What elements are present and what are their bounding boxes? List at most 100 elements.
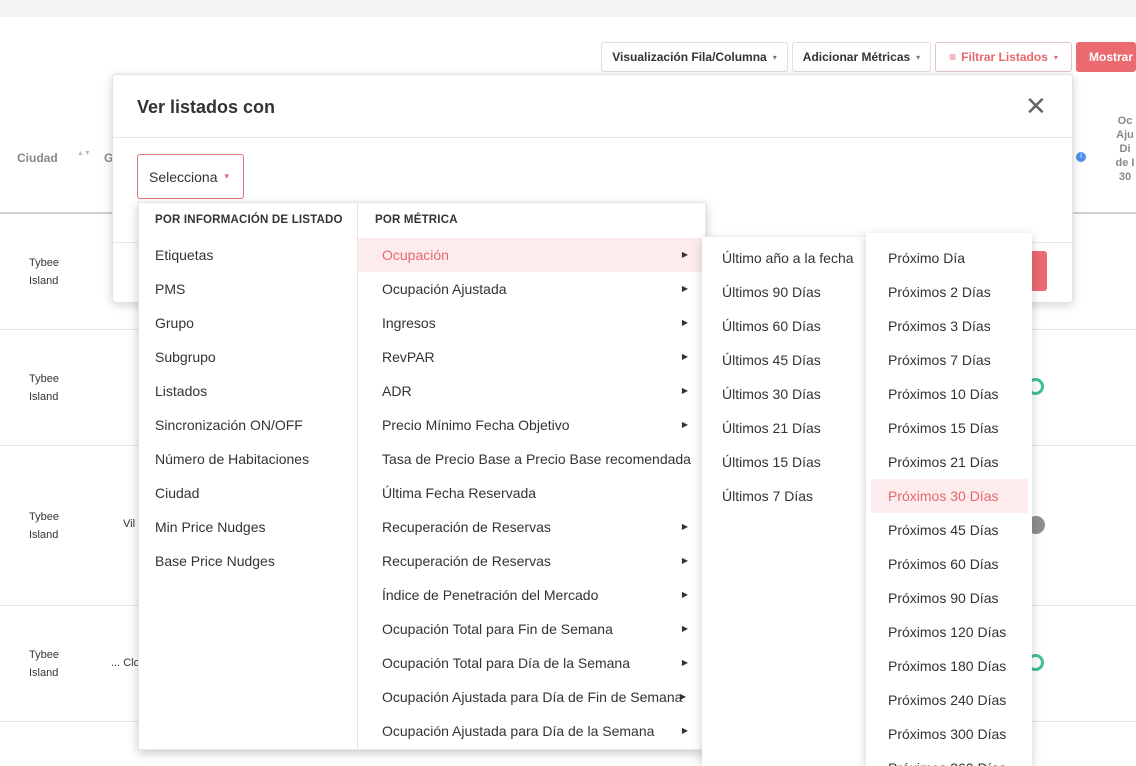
- metric-item[interactable]: Ingresos ▶: [358, 306, 704, 340]
- submenu-arrow-icon: ▶: [681, 726, 688, 735]
- chevron-down-icon: ▾: [772, 52, 777, 62]
- period-item[interactable]: Próximos 120 Días: [866, 615, 1032, 649]
- period-item[interactable]: Próximo Día: [866, 241, 1032, 275]
- period-item[interactable]: Últimos 21 Días: [702, 411, 872, 445]
- visualization-label: Visualización Fila/Columna: [612, 50, 767, 64]
- close-icon[interactable]: ✕: [1025, 93, 1047, 119]
- listing-info-item[interactable]: Número de Habitaciones: [139, 442, 357, 476]
- period-item[interactable]: Últimos 15 Días: [702, 445, 872, 479]
- metric-item[interactable]: Ocupación Ajustada ▶: [358, 272, 704, 306]
- period-item[interactable]: Próximos 7 Días: [866, 343, 1032, 377]
- period-item[interactable]: Próximos 10 Días: [866, 377, 1032, 411]
- metric-label: Última Fecha Reservada: [382, 485, 537, 501]
- metric-item[interactable]: Ocupación Ajustada para Día de Fin de Se…: [358, 680, 704, 714]
- metric-label: Ocupación Total para Fin de Semana: [382, 621, 613, 637]
- top-strip: [0, 0, 1136, 17]
- period-item[interactable]: Próximos 90 Días: [866, 581, 1032, 615]
- submenu-arrow-icon: ▶: [681, 284, 688, 293]
- listing-info-item[interactable]: Min Price Nudges: [139, 510, 357, 544]
- submenu-arrow-icon: ▶: [681, 590, 688, 599]
- submenu-arrow-icon: ▶: [681, 318, 688, 327]
- metric-item-occupancy[interactable]: Ocupación ▶: [358, 238, 704, 272]
- submenu-arrow-icon: ▶: [681, 420, 688, 429]
- add-metrics-button[interactable]: Adicionar Métricas ▾: [792, 42, 931, 72]
- submenu-arrow-icon: ▶: [681, 556, 688, 565]
- filter-select[interactable]: Selecciona ▾: [137, 154, 244, 199]
- submenu-arrow-icon: ▶: [681, 386, 688, 395]
- period-item-selected[interactable]: Próximos 30 Días: [871, 479, 1028, 513]
- period-item[interactable]: Próximos 21 Días: [866, 445, 1032, 479]
- column-header-city[interactable]: Ciudad: [17, 151, 58, 165]
- metric-item[interactable]: Última Fecha Reservada: [358, 476, 704, 510]
- listing-info-item[interactable]: Listados: [139, 374, 357, 408]
- listing-info-item[interactable]: Grupo: [139, 306, 357, 340]
- listing-info-item[interactable]: Ciudad: [139, 476, 357, 510]
- metric-label: ADR: [382, 383, 412, 399]
- period-item[interactable]: Próximos 60 Días: [866, 547, 1032, 581]
- modal-title: Ver listados con: [137, 97, 276, 117]
- metric-item[interactable]: Recuperación de Reservas ▶: [358, 544, 704, 578]
- period-item[interactable]: Próximos 45 Días: [866, 513, 1032, 547]
- period-item[interactable]: Últimos 45 Días: [702, 343, 872, 377]
- metric-label: Ocupación Ajustada para Día de la Semana: [382, 723, 655, 739]
- add-metrics-label: Adicionar Métricas: [802, 50, 911, 64]
- modal-divider: [113, 137, 1072, 138]
- filter-listings-label: Filtrar Listados: [961, 50, 1048, 64]
- filter-listings-button[interactable]: ≡ Filtrar Listados ▾: [935, 42, 1072, 72]
- metric-item[interactable]: Ocupación Total para Fin de Semana ▶: [358, 612, 704, 646]
- show-button[interactable]: Mostrar t: [1076, 42, 1136, 72]
- info-icon: i: [1076, 152, 1086, 162]
- listing-info-item[interactable]: Sincronización ON/OFF: [139, 408, 357, 442]
- period-item[interactable]: Último año a la fecha: [702, 241, 872, 275]
- metric-label: Ocupación: [382, 247, 449, 263]
- visualization-button[interactable]: Visualización Fila/Columna ▾: [601, 42, 788, 72]
- metric-label: RevPAR: [382, 349, 435, 365]
- metric-item[interactable]: Ocupación Total para Día de la Semana ▶: [358, 646, 704, 680]
- period-item[interactable]: Próximos 2 Días: [866, 275, 1032, 309]
- metric-item[interactable]: Índice de Penetración del Mercado ▶: [358, 578, 704, 612]
- listing-info-heading: POR INFORMACIÓN DE LISTADO: [155, 214, 343, 226]
- table-cell-city: Tybee Island: [29, 373, 59, 403]
- metric-label: Índice de Penetración del Mercado: [382, 587, 599, 603]
- submenu-arrow-icon: ▶: [681, 352, 688, 361]
- chevron-down-icon: ▾: [224, 171, 230, 181]
- column-header-occupancy[interactable]: Oc Aju Di de I 30: [1112, 114, 1136, 184]
- period-item[interactable]: Próximos 3 Días: [866, 309, 1032, 343]
- sort-icon[interactable]: ▲▼: [77, 150, 91, 157]
- table-cell-city: Tybee Island: [29, 649, 59, 679]
- metric-label: Tasa de Precio Base a Precio Base recome…: [382, 451, 691, 467]
- listing-info-item[interactable]: PMS: [139, 272, 357, 306]
- submenu-arrow-icon: ▶: [681, 624, 688, 633]
- chevron-down-icon: ▾: [1053, 52, 1058, 62]
- metric-item[interactable]: Precio Mínimo Fecha Objetivo ▶: [358, 408, 704, 442]
- table-cell-listing: ... Clo: [111, 657, 140, 669]
- chevron-down-icon: ▾: [916, 52, 921, 62]
- metric-item[interactable]: ADR ▶: [358, 374, 704, 408]
- listing-info-item[interactable]: Subgrupo: [139, 340, 357, 374]
- period-item[interactable]: Últimos 30 Días: [702, 377, 872, 411]
- metric-item[interactable]: RevPAR ▶: [358, 340, 704, 374]
- period-item[interactable]: Últimos 60 Días: [702, 309, 872, 343]
- metric-item[interactable]: Ocupación Ajustada para Día de la Semana…: [358, 714, 704, 748]
- submenu-arrow-icon: ▶: [681, 250, 688, 259]
- period-item[interactable]: Últimos 7 Días: [702, 479, 872, 513]
- period-item[interactable]: Próximos 180 Días: [866, 649, 1032, 683]
- period-item[interactable]: Próximos 240 Días: [866, 683, 1032, 717]
- period-item[interactable]: Próximos 300 Días: [866, 717, 1032, 751]
- listing-info-item[interactable]: Base Price Nudges: [139, 544, 357, 578]
- metric-label: Precio Mínimo Fecha Objetivo: [382, 417, 570, 433]
- metric-item[interactable]: Recuperación de Reservas ▶: [358, 510, 704, 544]
- submenu-arrow-icon: ▶: [679, 692, 686, 701]
- submenu-arrow-icon: ▶: [681, 658, 688, 667]
- table-cell-city: Tybee Island: [29, 257, 59, 287]
- metric-item[interactable]: Tasa de Precio Base a Precio Base recome…: [358, 442, 704, 476]
- listing-info-item[interactable]: Etiquetas: [139, 238, 357, 272]
- filter-dropdown: POR INFORMACIÓN DE LISTADO POR MÉTRICA E…: [138, 202, 706, 750]
- metric-label: Ocupación Ajustada: [382, 281, 507, 297]
- metric-label: Ocupación Ajustada para Día de Fin de Se…: [382, 689, 683, 705]
- period-item[interactable]: Últimos 90 Días: [702, 275, 872, 309]
- submenu-arrow-icon: ▶: [681, 522, 688, 531]
- period-item[interactable]: Próximos 360 Días: [866, 751, 1032, 766]
- period-item[interactable]: Próximos 15 Días: [866, 411, 1032, 445]
- metric-label: Ingresos: [382, 315, 436, 331]
